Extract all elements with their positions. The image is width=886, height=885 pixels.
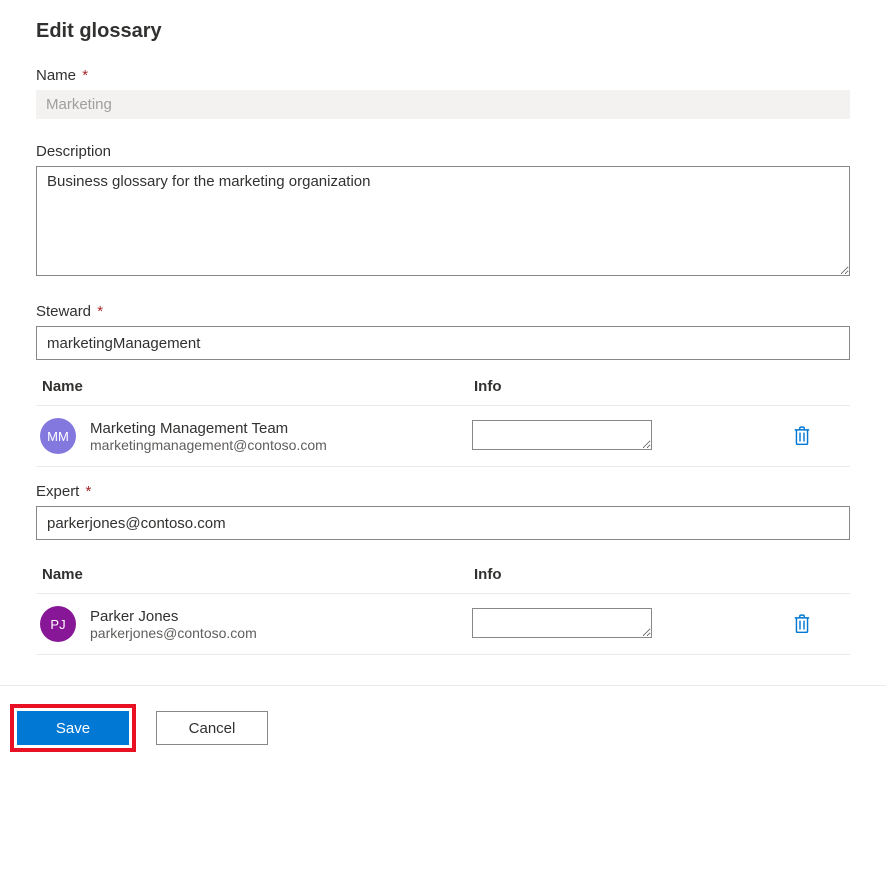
- avatar: PJ: [40, 606, 76, 642]
- description-label: Description: [36, 143, 850, 160]
- trash-icon: [793, 426, 811, 446]
- name-input: [36, 90, 850, 119]
- col-name: Name: [42, 566, 474, 583]
- contact-email: marketingmanagement@contoso.com: [90, 437, 327, 453]
- contact-email: parkerjones@contoso.com: [90, 625, 257, 641]
- avatar: MM: [40, 418, 76, 454]
- table-row: MM Marketing Management Team marketingma…: [36, 405, 850, 467]
- steward-search-input[interactable]: [36, 326, 850, 360]
- col-name: Name: [42, 378, 474, 395]
- steward-label: Steward *: [36, 303, 850, 320]
- table-row: PJ Parker Jones parkerjones@contoso.com: [36, 593, 850, 655]
- page-title: Edit glossary: [36, 20, 850, 43]
- highlight-annotation: Save: [10, 704, 136, 752]
- delete-expert-button[interactable]: [789, 610, 815, 638]
- name-label: Name *: [36, 67, 850, 84]
- expert-label: Expert *: [36, 483, 850, 500]
- trash-icon: [793, 614, 811, 634]
- info-input[interactable]: [472, 420, 652, 450]
- contact-name: Marketing Management Team: [90, 420, 327, 437]
- info-input[interactable]: [472, 608, 652, 638]
- col-info: Info: [474, 378, 774, 395]
- steward-table-header: Name Info: [36, 368, 850, 405]
- expert-table-header: Name Info: [36, 548, 850, 593]
- cancel-button[interactable]: Cancel: [156, 711, 268, 745]
- description-input[interactable]: Business glossary for the marketing orga…: [36, 166, 850, 276]
- delete-steward-button[interactable]: [789, 422, 815, 450]
- save-button[interactable]: Save: [17, 711, 129, 745]
- contact-name: Parker Jones: [90, 608, 257, 625]
- expert-search-input[interactable]: [36, 506, 850, 540]
- col-info: Info: [474, 566, 774, 583]
